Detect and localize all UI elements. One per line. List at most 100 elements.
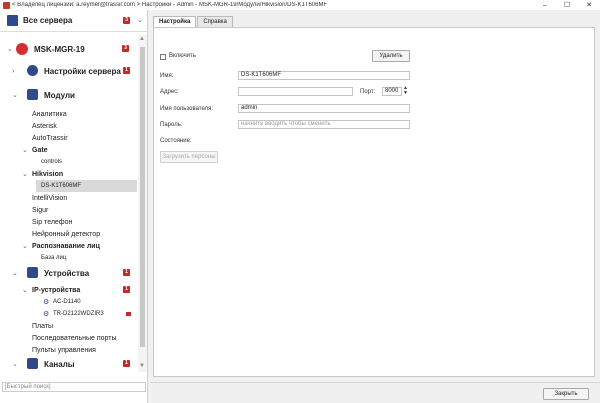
tree-item-tr-d2122[interactable]: ⚙ TR-D2122WDZIR3 [0, 308, 138, 320]
delete-button[interactable]: Удалить [372, 50, 410, 62]
tree-item-face-recognition[interactable]: ⌄ Распознавание лиц [0, 240, 138, 252]
tree-item-boards[interactable]: Платы [0, 320, 138, 332]
neuro-detector-label: Нейронный детектор [32, 230, 101, 238]
asterisk-label: Asterisk [32, 122, 57, 130]
ac-d1140-label: AC-D1140 [53, 299, 81, 305]
devices-label: Устройства [44, 268, 90, 278]
port-label: Порт: [360, 89, 376, 95]
face-base-label: База лиц [41, 255, 67, 261]
server-settings-label: Настройки сервера [44, 66, 121, 76]
ip-devices-label: IP-устройства [32, 286, 81, 294]
chevron-down-icon[interactable]: ⌄ [22, 242, 28, 250]
gear-icon [27, 65, 38, 76]
load-persons-button[interactable]: Загрузить персоны [160, 151, 218, 163]
camera-icon: ⚙ [43, 311, 50, 318]
ip-devices-badge: 1 [123, 286, 130, 293]
server-badge: 3 [122, 45, 129, 52]
analytics-label: Аналитика [32, 110, 67, 118]
scroll-down-icon[interactable]: ▼ [139, 363, 145, 369]
scroll-up-icon[interactable]: ▲ [139, 36, 145, 42]
tree-item-serial-ports[interactable]: Последовательные порты [0, 332, 138, 344]
settings-tree: ⌄ MSK-MGR-19 3 › Настройки сервера 1 ⌄ М… [0, 35, 138, 371]
video-icon [27, 358, 38, 369]
sidebar: Все сервера 3 ⌄ ⌄ MSK-MGR-19 3 › Настрой… [0, 10, 148, 403]
all-servers-badge: 3 [123, 17, 130, 24]
tree-item-intellivision[interactable]: IntelliVision [0, 192, 138, 204]
tree-item-ds-k1t606mf[interactable]: DS-K1T606MF [36, 180, 137, 192]
address-input[interactable] [238, 87, 353, 96]
state-label: Состояние: [160, 138, 192, 144]
tree-item-devices[interactable]: ⌄ Устройства 1 [0, 266, 138, 280]
tree-item-ac-d1140[interactable]: ⚙ AC-D1140 [0, 296, 138, 308]
enable-label: Включить [169, 53, 196, 59]
tree-item-hikvision[interactable]: ⌄ Hikvision [0, 168, 138, 180]
control-panels-label: Пульты управления [32, 346, 96, 354]
server-label: MSK-MGR-19 [34, 44, 85, 54]
chip-icon [27, 267, 38, 278]
chevron-down-icon[interactable]: ⌄ [12, 91, 18, 99]
port-stepper-icon[interactable]: ▲ ▼ [403, 86, 408, 96]
tab-bar: Настройка Справка [153, 16, 234, 28]
maximize-button[interactable]: ☐ [556, 1, 578, 9]
tree-item-server-settings[interactable]: › Настройки сервера 1 [0, 64, 138, 78]
close-window-button[interactable]: ✕ [578, 1, 600, 9]
hikvision-label: Hikvision [32, 170, 64, 178]
camera-icon: ⚙ [43, 299, 50, 306]
username-label: Имя пользователя: [160, 106, 214, 112]
chevron-down-icon[interactable]: ⌄ [22, 146, 28, 154]
tree-item-asterisk[interactable]: Asterisk [0, 120, 138, 132]
tree-item-ip-devices[interactable]: ⌄ IP-устройства 1 [0, 284, 138, 296]
port-input[interactable]: 8000 [382, 87, 402, 96]
tree-item-autotrassir[interactable]: AutoTrassir [0, 132, 138, 144]
enable-checkbox[interactable] [160, 54, 166, 60]
serial-ports-label: Последовательные порты [32, 334, 117, 342]
window-titlebar: < Владелец лицензии: a.reymer@trassir.co… [0, 0, 600, 10]
name-label: Имя: [160, 73, 174, 79]
password-label: Пароль: [160, 122, 183, 128]
gate-label: Gate [32, 146, 48, 154]
record-icon [126, 312, 131, 316]
chevron-right-icon[interactable]: › [12, 68, 14, 75]
tree-item-server[interactable]: ⌄ MSK-MGR-19 3 [0, 41, 138, 57]
tree-item-sigur[interactable]: Sigur [0, 204, 138, 216]
tab-help[interactable]: Справка [197, 16, 233, 27]
footer-bar: Закрыть [150, 382, 600, 403]
tree-item-channels[interactable]: ⌄ Каналы 1 [0, 357, 138, 371]
tree-item-analytics[interactable]: Аналитика [0, 108, 138, 120]
all-servers-header[interactable]: Все сервера 3 ⌄ [0, 10, 147, 32]
channels-badge: 1 [123, 360, 130, 367]
chevron-down-icon[interactable]: ⌄ [22, 286, 28, 294]
controls-label: controls [41, 159, 63, 165]
close-button[interactable]: Закрыть [543, 388, 589, 400]
ds-k1t606mf-label: DS-K1T606MF [41, 183, 82, 189]
name-input[interactable]: DS-K1T606MF [238, 71, 410, 80]
tree-item-face-base[interactable]: База лиц [0, 252, 138, 264]
devices-badge: 1 [123, 269, 130, 276]
quick-search-input[interactable]: [Быстрый поиск] [2, 382, 146, 392]
tree-item-gate[interactable]: ⌄ Gate [0, 144, 138, 156]
scrollbar-thumb[interactable] [140, 47, 145, 347]
username-input[interactable]: admin [238, 104, 410, 113]
tree-item-sip-phone[interactable]: Sip телефон [0, 216, 138, 228]
app-icon [3, 1, 10, 9]
chevron-down-icon[interactable]: ⌄ [22, 170, 28, 178]
network-icon [7, 15, 18, 26]
modules-label: Модули [44, 90, 75, 100]
tree-item-control-panels[interactable]: Пульты управления [0, 344, 138, 356]
server-settings-badge: 1 [123, 67, 130, 74]
channels-label: Каналы [44, 359, 75, 369]
sidebar-scrollbar[interactable]: ▲ ▼ [138, 35, 147, 372]
password-input[interactable]: начните вводить чтобы сменить [238, 120, 410, 129]
chevron-down-icon[interactable]: ⌄ [7, 45, 13, 53]
minimize-button[interactable]: – [534, 2, 556, 9]
server-icon [16, 43, 28, 55]
tree-item-controls[interactable]: controls [0, 156, 138, 168]
puzzle-icon [27, 89, 38, 100]
chevron-down-icon[interactable]: ⌄ [137, 16, 143, 24]
sigur-label: Sigur [32, 206, 49, 214]
chevron-down-icon[interactable]: ⌄ [12, 360, 18, 368]
chevron-down-icon[interactable]: ⌄ [12, 269, 18, 277]
address-label: Адрес: [160, 89, 179, 95]
tree-item-modules[interactable]: ⌄ Модули [0, 88, 138, 102]
tree-item-neuro-detector[interactable]: Нейронный детектор [0, 228, 138, 240]
